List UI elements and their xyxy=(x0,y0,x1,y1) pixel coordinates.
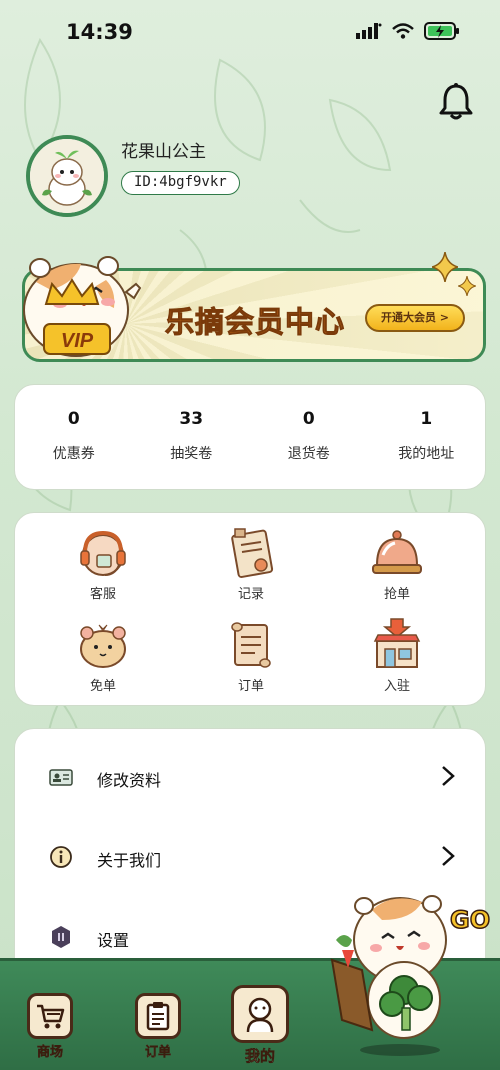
document-icon xyxy=(231,528,274,578)
service-join-merchant[interactable]: 入驻 xyxy=(337,617,457,694)
headset-icon xyxy=(80,530,126,576)
chevron-right-icon xyxy=(442,846,455,866)
service-bell-icon xyxy=(372,530,422,574)
chevron-right-icon xyxy=(442,766,455,786)
avatar-character-image xyxy=(30,139,104,213)
service-label: 记录 xyxy=(237,587,264,602)
stat-value: 1 xyxy=(420,409,433,429)
stat-return-tickets[interactable]: 0 退货卷 xyxy=(250,385,368,489)
status-time: 14:39 xyxy=(66,20,133,44)
info-icon xyxy=(50,846,72,868)
stat-label: 优惠券 xyxy=(52,446,95,462)
user-icon xyxy=(246,997,274,1033)
vip-banner-title: 乐摘会员中心 xyxy=(164,305,346,340)
open-vip-button[interactable]: 开通大会员 > xyxy=(364,304,465,332)
stat-value: 0 xyxy=(67,409,80,429)
wifi-icon xyxy=(392,23,414,39)
hamster-vip-mascot-icon: VIP xyxy=(23,256,142,357)
user-name: 花果山公主 xyxy=(121,142,206,162)
clipboard-icon xyxy=(146,1002,170,1031)
service-label: 抢单 xyxy=(383,587,410,602)
scroll-icon xyxy=(231,622,271,668)
settings-icon xyxy=(52,926,70,948)
battery-charging-icon xyxy=(424,22,459,40)
service-free-order[interactable]: 免单 xyxy=(43,617,163,694)
status-icons xyxy=(356,22,460,40)
stat-value: 33 xyxy=(179,409,204,429)
id-card-icon xyxy=(49,769,73,786)
nav-label: 商场 xyxy=(36,1045,64,1061)
cellular-signal-icon xyxy=(356,23,382,39)
service-label: 客服 xyxy=(89,587,116,602)
service-customer-support[interactable]: 客服 xyxy=(43,525,163,602)
menu-label: 修改资料 xyxy=(97,771,162,790)
hamster-face-icon xyxy=(80,624,126,668)
stats-card: 0 优惠券 33 抽奖卷 0 退货卷 1 我的地址 xyxy=(14,384,486,490)
status-bar: 14:39 xyxy=(0,0,500,66)
stat-my-address[interactable]: 1 我的地址 xyxy=(368,385,486,489)
storefront-icon xyxy=(373,618,421,668)
service-label: 订单 xyxy=(237,679,264,694)
vip-badge-label: VIP xyxy=(61,330,94,352)
nav-tab-mall[interactable]: 商场 xyxy=(24,993,76,1060)
sparkle-icon xyxy=(432,252,458,282)
sparkle-small-icon xyxy=(458,276,476,296)
service-records[interactable]: 记录 xyxy=(191,525,311,602)
service-label: 入驻 xyxy=(383,679,410,694)
services-card: 客服 记录 抢单 免单 订单 入驻 xyxy=(14,512,486,706)
hamster-go-mascot-icon: GO xyxy=(330,895,490,1056)
nav-label: 订单 xyxy=(144,1045,172,1061)
stat-lottery-tickets[interactable]: 33 抽奖卷 xyxy=(133,385,251,489)
menu-item-about-us[interactable]: 关于我们 xyxy=(15,825,485,885)
stat-coupons[interactable]: 0 优惠券 xyxy=(15,385,133,489)
user-id-badge[interactable]: ID:4bgf9vkr xyxy=(121,171,240,195)
menu-item-edit-profile[interactable]: 修改资料 xyxy=(15,745,485,805)
nav-tab-mine[interactable]: 我的 xyxy=(228,985,292,1066)
stat-value: 0 xyxy=(302,409,315,429)
service-label: 免单 xyxy=(89,679,116,694)
stat-label: 抽奖卷 xyxy=(170,446,213,462)
stat-label: 我的地址 xyxy=(398,446,455,462)
menu-label: 设置 xyxy=(97,931,130,950)
go-text: GO xyxy=(450,906,490,934)
service-orders[interactable]: 订单 xyxy=(191,617,311,694)
stat-label: 退货卷 xyxy=(287,446,330,462)
nav-tab-orders[interactable]: 订单 xyxy=(132,993,184,1060)
nav-label: 我的 xyxy=(244,1047,276,1066)
cart-icon xyxy=(37,1004,65,1029)
service-grab-order[interactable]: 抢单 xyxy=(337,525,457,602)
menu-label: 关于我们 xyxy=(97,851,162,870)
notification-bell-icon[interactable] xyxy=(438,82,474,122)
avatar[interactable] xyxy=(26,135,108,217)
